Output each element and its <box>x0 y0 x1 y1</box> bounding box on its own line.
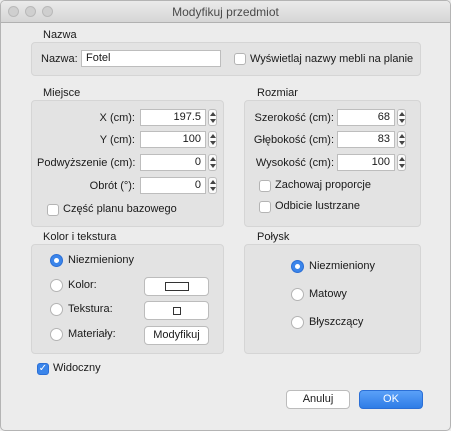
width-input[interactable]: 68 <box>337 109 395 126</box>
keep-proportions-checkbox[interactable] <box>259 180 271 192</box>
height-stepper[interactable] <box>397 154 406 171</box>
angle-input[interactable]: 0 <box>140 177 206 194</box>
texture-label: Tekstura: <box>68 303 113 315</box>
texture-swatch-icon <box>172 306 181 315</box>
x-label: X (cm): <box>99 112 135 124</box>
keep-proportions-label: Zachowaj proporcje <box>275 179 371 191</box>
ok-button[interactable]: OK <box>359 390 423 409</box>
materials-radio[interactable] <box>50 328 63 341</box>
visible-checkbox[interactable]: ✓ <box>37 363 49 375</box>
x-stepper[interactable] <box>208 109 217 126</box>
texture-picker-button[interactable] <box>144 301 209 320</box>
depth-label: Głębokość (cm): <box>253 134 334 146</box>
base-plan-checkbox[interactable] <box>47 204 59 216</box>
shiny-label: Błyszczący <box>309 316 364 328</box>
mirror-checkbox[interactable] <box>259 201 271 213</box>
dialog-window: Modyfikuj przedmiot Nazwa Nazwa: Fotel W… <box>0 0 451 431</box>
matt-radio[interactable] <box>291 288 304 301</box>
elevation-input[interactable]: 0 <box>140 154 206 171</box>
y-label: Y (cm): <box>99 134 135 146</box>
location-section-title: Miejsce <box>43 87 81 99</box>
color-swatch-icon <box>164 281 189 291</box>
y-stepper[interactable] <box>208 131 217 148</box>
color-unchanged-label: Niezmieniony <box>68 254 135 266</box>
window-title: Modyfikuj przedmiot <box>172 5 279 19</box>
visible-label: Widoczny <box>53 362 101 374</box>
base-plan-label: Część planu bazowego <box>63 203 177 215</box>
materials-modify-button[interactable]: Modyfikuj <box>144 326 209 345</box>
color-radio[interactable] <box>50 279 63 292</box>
depth-stepper[interactable] <box>397 131 406 148</box>
height-label: Wysokość (cm): <box>255 157 334 169</box>
shininess-unchanged-label: Niezmieniony <box>309 260 376 272</box>
x-input[interactable]: 197.5 <box>140 109 206 126</box>
elevation-label: Podwyższenie (cm): <box>37 157 136 169</box>
name-input[interactable]: Fotel <box>81 50 221 67</box>
color-picker-button[interactable] <box>144 277 209 296</box>
color-texture-section-title: Kolor i tekstura <box>43 231 117 243</box>
shiny-radio[interactable] <box>291 316 304 329</box>
name-label: Nazwa: <box>41 53 78 65</box>
elevation-stepper[interactable] <box>208 154 217 171</box>
matt-label: Matowy <box>309 288 347 300</box>
depth-input[interactable]: 83 <box>337 131 395 148</box>
shininess-unchanged-radio[interactable] <box>291 260 304 273</box>
height-input[interactable]: 100 <box>337 154 395 171</box>
width-stepper[interactable] <box>397 109 406 126</box>
width-label: Szerokość (cm): <box>254 112 334 124</box>
color-unchanged-radio[interactable] <box>50 254 63 267</box>
angle-label: Obrót (°): <box>89 180 135 192</box>
angle-stepper[interactable] <box>208 177 217 194</box>
show-names-label: Wyświetlaj nazwy mebli na planie <box>250 53 414 65</box>
cancel-button[interactable]: Anuluj <box>286 390 350 409</box>
color-label: Kolor: <box>68 279 97 291</box>
show-names-checkbox[interactable] <box>234 53 246 65</box>
title-bar[interactable]: Modyfikuj przedmiot <box>1 1 450 23</box>
texture-radio[interactable] <box>50 303 63 316</box>
shininess-section-title: Połysk <box>257 231 290 243</box>
y-input[interactable]: 100 <box>140 131 206 148</box>
mirror-label: Odbicie lustrzane <box>275 200 360 212</box>
materials-label: Materiały: <box>68 328 116 340</box>
name-section-title: Nazwa <box>43 29 77 41</box>
size-section-title: Rozmiar <box>257 87 298 99</box>
